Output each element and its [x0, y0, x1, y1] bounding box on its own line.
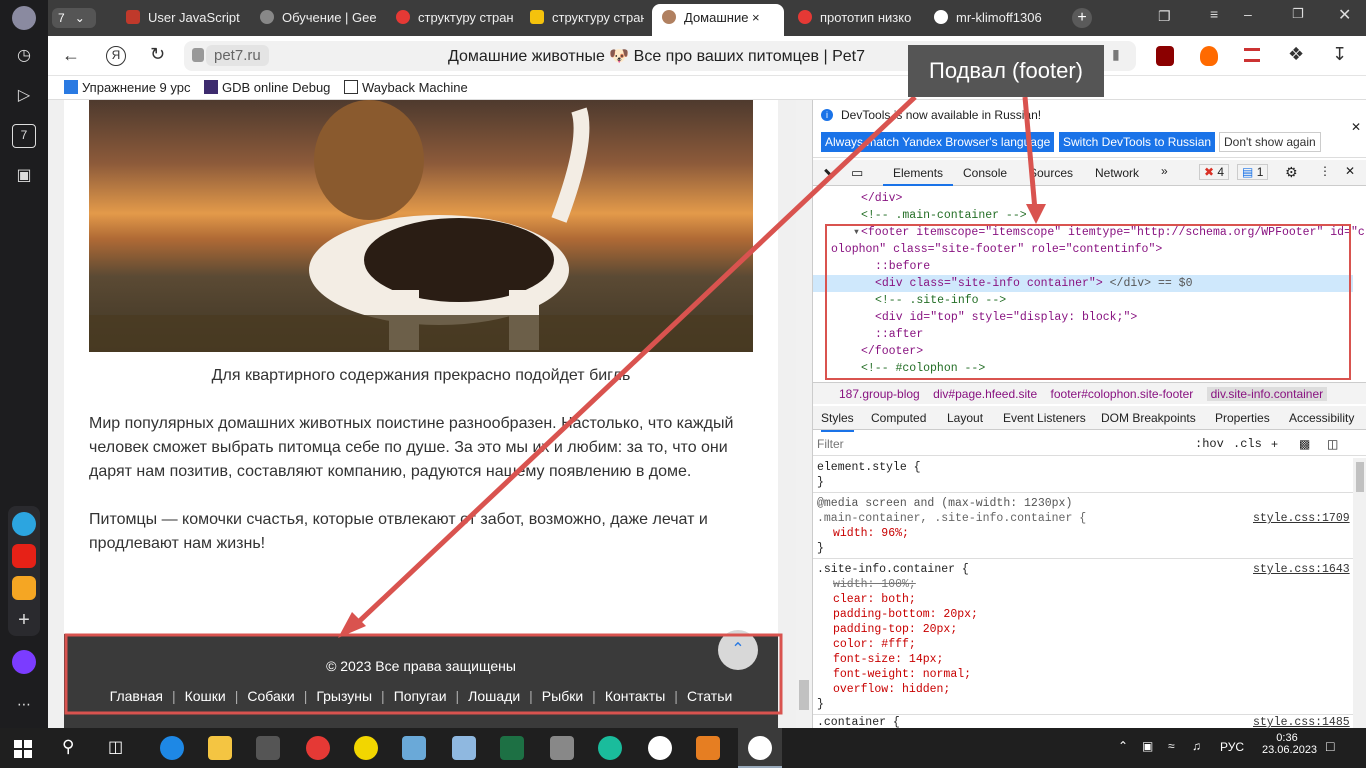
- annotation-callout: Подвал (footer): [908, 45, 1104, 97]
- footer-annotation-box: [64, 633, 783, 715]
- store-icon[interactable]: [256, 736, 280, 760]
- start-tile: [14, 750, 22, 758]
- tray-chevron-icon[interactable]: ⌃: [1118, 739, 1128, 753]
- start-icon[interactable]: [14, 740, 32, 758]
- start-tile: [24, 750, 32, 758]
- app-icon[interactable]: [598, 736, 622, 760]
- app-icon[interactable]: [452, 736, 476, 760]
- arrow-head: [1026, 204, 1046, 224]
- taskbar-browser-active[interactable]: [738, 728, 782, 768]
- excel-icon[interactable]: [500, 736, 524, 760]
- windows-taskbar: ⚲ ◫ ⌃ ▣ ≈ ♫ РУС 0:36 23.06.2023 □: [0, 728, 1366, 768]
- search-icon[interactable]: ⚲: [62, 737, 74, 757]
- paint-app-icon[interactable]: [696, 736, 720, 760]
- task-view-icon[interactable]: ◫: [108, 737, 123, 757]
- annotation-overlay: [64, 95, 1046, 715]
- language-indicator[interactable]: РУС: [1220, 740, 1244, 754]
- volume-icon[interactable]: ♫: [1192, 739, 1201, 753]
- clock[interactable]: 0:36 23.06.2023: [1262, 732, 1318, 756]
- annotation-arrow-page: [348, 95, 917, 632]
- edge-icon[interactable]: [160, 736, 184, 760]
- yandex-browser-icon: [748, 736, 772, 760]
- github-icon[interactable]: [648, 736, 672, 760]
- yandex-icon[interactable]: [306, 736, 330, 760]
- notifications-icon[interactable]: □: [1326, 738, 1334, 754]
- start-tile: [14, 740, 22, 748]
- screen: ◷ ▷ 7 ▣ + ⋯ 7 ⌄ User JavaScript Обучение …: [0, 0, 1366, 768]
- wifi-icon[interactable]: ≈: [1168, 739, 1175, 753]
- clock-date: 23.06.2023: [1262, 744, 1318, 756]
- app-icon[interactable]: [354, 736, 378, 760]
- clock-time: 0:36: [1276, 732, 1298, 744]
- calculator-icon[interactable]: [550, 736, 574, 760]
- tray-icon[interactable]: ▣: [1142, 739, 1153, 753]
- start-tile: [24, 740, 32, 748]
- explorer-icon[interactable]: [208, 736, 232, 760]
- app-icon[interactable]: [402, 736, 426, 760]
- annotation-arrow-devtools: [1022, 96, 1038, 211]
